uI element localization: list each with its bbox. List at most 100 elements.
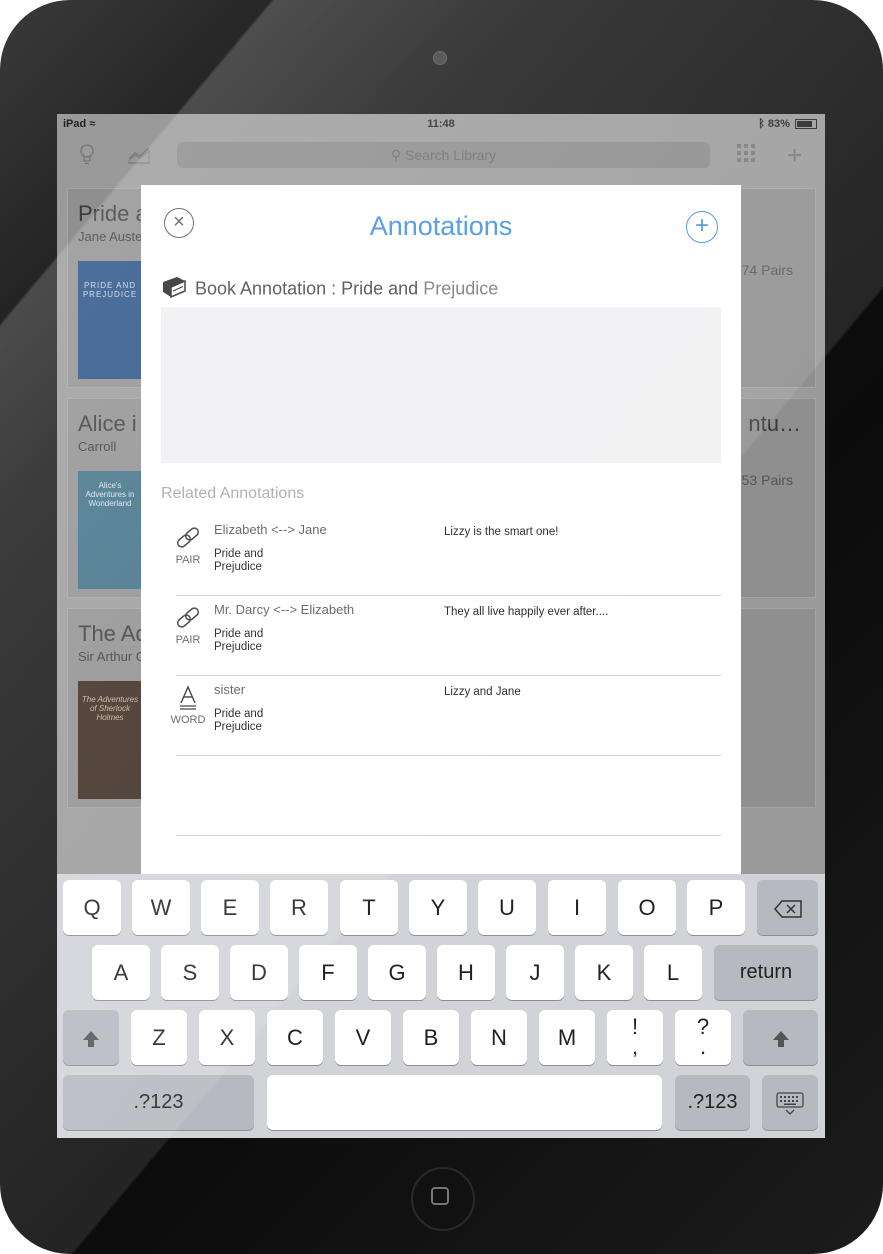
book-cover: Alice's Adventures in Wonderland: [78, 471, 142, 589]
pair-type: PAIR: [168, 525, 208, 566]
link-icon: [176, 527, 200, 548]
annotation-book: Pride and Prejudice: [214, 628, 264, 653]
annotation-name: Elizabeth <--> Jane: [214, 522, 327, 537]
key-x[interactable]: X: [199, 1010, 255, 1065]
annotation-row-empty: [176, 755, 721, 836]
book-title: Pride a: [78, 201, 148, 226]
home-square-icon: [431, 1187, 449, 1205]
key-b[interactable]: B: [403, 1010, 459, 1065]
dismiss-keyboard-key[interactable]: [762, 1075, 818, 1130]
annotation-row[interactable]: PAIR Elizabeth <--> Jane Pride and Prejud…: [176, 515, 721, 596]
modal-title: Annotations: [369, 211, 513, 241]
key-period: .: [699, 1034, 707, 1059]
cover-text: The Adventures of Sherlock Holmes: [81, 695, 139, 722]
shift-key-right[interactable]: [743, 1010, 818, 1065]
book-cover: PRIDE AND PREJUDICE: [78, 261, 142, 379]
status-bar: iPad ≈ 11:48 ᛒ 83%: [57, 114, 825, 134]
book-author: Sir Arthur C: [78, 649, 146, 664]
book-annotation-label: Book Annotation : Pride and: [195, 278, 419, 299]
screen: iPad ≈ 11:48 ᛒ 83% ⚲ Search Library + Pr…: [57, 114, 825, 1138]
pairs-count: 53 Pairs: [741, 472, 793, 488]
link-icon: [176, 607, 200, 628]
keyboard: Q W E R T Y U I O P A S D F G H J K L re…: [57, 874, 825, 1138]
shift-key-left[interactable]: [63, 1010, 119, 1065]
annotation-book: Pride and Prejudice: [214, 548, 264, 573]
row-type-label: PAIR: [175, 554, 201, 566]
key-u[interactable]: U: [478, 880, 536, 935]
annotation-book: Pride and Prejudice: [214, 708, 264, 733]
annotation-row[interactable]: PAIR Mr. Darcy <--> Elizabeth Pride and P…: [176, 595, 721, 676]
book-annotation-textarea[interactable]: [161, 307, 721, 463]
key-r[interactable]: R: [270, 880, 328, 935]
book-title: Alice i: [78, 411, 137, 436]
camera: [433, 51, 447, 65]
key-n[interactable]: N: [471, 1010, 527, 1065]
row-type-label: PAIR: [175, 634, 201, 646]
search-input[interactable]: ⚲ Search Library: [177, 142, 710, 168]
book-author: Jane Auste: [78, 229, 143, 244]
plus-icon: +: [694, 212, 709, 239]
cover-text: PRIDE AND PREJUDICE: [82, 281, 138, 299]
key-q[interactable]: Q: [63, 880, 121, 935]
numbers-key-left[interactable]: .?123: [63, 1075, 254, 1130]
key-i[interactable]: I: [548, 880, 606, 935]
key-w[interactable]: W: [132, 880, 190, 935]
search-icon: ⚲: [390, 147, 402, 163]
annotation-name: Mr. Darcy <--> Elizabeth: [214, 602, 355, 617]
key-comma: ,: [631, 1034, 639, 1059]
book-cover: The Adventures of Sherlock Holmes: [78, 681, 142, 799]
key-f[interactable]: F: [299, 945, 357, 1000]
return-key[interactable]: return: [714, 945, 818, 1000]
space-key[interactable]: [267, 1075, 662, 1130]
annotation-note: Lizzy and Jane: [444, 686, 521, 698]
annotation-name: sister: [214, 682, 246, 697]
key-y[interactable]: Y: [409, 880, 467, 935]
key-e[interactable]: E: [201, 880, 259, 935]
key-d[interactable]: D: [230, 945, 288, 1000]
key-g[interactable]: G: [368, 945, 426, 1000]
annotation-row[interactable]: WORD sister Pride and Prejudice Lizzy and…: [171, 675, 721, 756]
word-type: WORD: [168, 685, 208, 726]
library-navbar: ⚲ Search Library +: [57, 136, 825, 176]
shift-icon: [772, 1031, 789, 1048]
numbers-key-right[interactable]: .?123: [675, 1075, 750, 1130]
key-j[interactable]: J: [506, 945, 564, 1000]
key-k[interactable]: K: [575, 945, 633, 1000]
related-annotations-label: Related Annotations: [161, 485, 305, 502]
pairs-count: 74 Pairs: [741, 262, 793, 278]
key-o[interactable]: O: [618, 880, 676, 935]
grid-icon[interactable]: [737, 144, 755, 168]
key-c[interactable]: C: [267, 1010, 323, 1065]
backspace-key[interactable]: [757, 880, 818, 935]
key-z[interactable]: Z: [131, 1010, 187, 1065]
book-icon: [161, 276, 187, 303]
key-m[interactable]: M: [539, 1010, 595, 1065]
key-t[interactable]: T: [340, 880, 398, 935]
add-annotation-button[interactable]: +: [686, 211, 718, 243]
ipad-device: iPad ≈ 11:48 ᛒ 83% ⚲ Search Library + Pr…: [0, 0, 883, 1254]
key-p[interactable]: P: [687, 880, 745, 935]
key-v[interactable]: V: [335, 1010, 391, 1065]
key-h[interactable]: H: [437, 945, 495, 1000]
book-author: Carroll: [78, 439, 117, 454]
shift-icon: [83, 1031, 99, 1048]
key-s[interactable]: S: [161, 945, 219, 1000]
bluetooth-icon: ᛒ: [758, 118, 765, 130]
chart-icon[interactable]: [127, 144, 151, 170]
cover-text: Alice's Adventures in Wonderland: [85, 481, 135, 508]
row-type-label: WORD: [170, 714, 206, 726]
keyboard-dismiss-icon: [776, 1092, 804, 1116]
word-icon: [180, 685, 196, 710]
book-title-right: ntu…: [748, 411, 801, 436]
annotation-note: They all live happily ever after....: [444, 606, 609, 618]
key-l[interactable]: L: [644, 945, 702, 1000]
key-question-period[interactable]: ?.: [675, 1010, 731, 1065]
add-book-icon[interactable]: +: [787, 140, 802, 171]
key-a[interactable]: A: [92, 945, 150, 1000]
annotations-modal: × Annotations + Book Annotation : Pride …: [141, 185, 741, 875]
key-exclaim-comma[interactable]: !,: [607, 1010, 663, 1065]
pair-type: PAIR: [168, 605, 208, 646]
clock: 11:48: [427, 118, 455, 130]
annotation-note: Lizzy is the smart one!: [444, 526, 559, 538]
lightbulb-icon[interactable]: [79, 144, 95, 172]
